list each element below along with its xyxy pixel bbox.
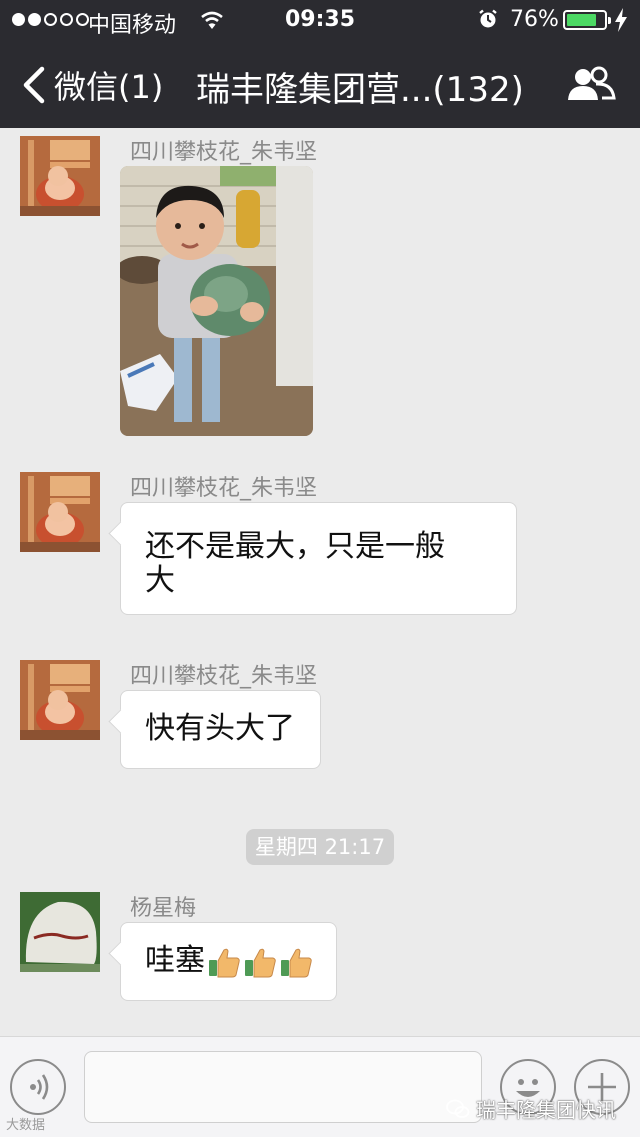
message-text: 哇塞 [145, 943, 205, 978]
sender-name: 四川攀枝花_朱韦坚 [130, 664, 318, 689]
voice-button[interactable] [10, 1059, 66, 1115]
top-bar: 中国移动 09:35 76% 微信(1) 瑞丰隆集团营...(132) [0, 0, 640, 128]
charging-bolt-icon [615, 8, 627, 32]
thumbs-up-icon [245, 948, 276, 978]
stone-avatar-image [20, 892, 100, 972]
wechat-logo-icon [446, 1099, 470, 1118]
thumbs-up-icon [281, 948, 312, 978]
baby-avatar-image [20, 660, 100, 740]
message-text: 快有头大了 [145, 711, 295, 746]
thumbs-up-icon [209, 948, 240, 978]
status-bar: 中国移动 09:35 76% [0, 0, 640, 40]
timestamp-divider: 星期四 21:17 [246, 829, 394, 865]
watermark-right: 瑞丰隆集团快讯 [446, 1094, 616, 1123]
back-label: 微信(1) [54, 68, 164, 106]
message-bubble[interactable]: 快有头大了 [120, 690, 321, 769]
battery-level-fill [567, 14, 596, 26]
message-bubble[interactable]: 哇塞 [120, 922, 337, 1001]
sender-name: 四川攀枝花_朱韦坚 [130, 476, 318, 501]
message-bubble[interactable]: 还不是最大，只是一般 大 [120, 502, 517, 615]
battery-icon [563, 10, 611, 30]
message-text-line: 还不是最大，只是一般 [145, 529, 445, 564]
group-people-icon[interactable] [566, 66, 616, 102]
chat-navigation-bar: 微信(1) 瑞丰隆集团营...(132) [0, 40, 640, 128]
back-button[interactable]: 微信(1) [18, 62, 163, 108]
chat-title: 瑞丰隆集团营...(132) [196, 70, 524, 110]
emoji-row [207, 946, 313, 978]
sender-name: 杨星梅 [130, 896, 197, 921]
sender-avatar[interactable] [20, 136, 100, 216]
sender-name: 四川攀枝花_朱韦坚 [130, 140, 318, 165]
message-text-line: 大 [145, 563, 175, 598]
baby-avatar-image [20, 472, 100, 552]
battery-percentage: 76% [510, 7, 559, 32]
voice-icon [30, 1074, 49, 1100]
alarm-icon [479, 9, 497, 28]
sender-avatar[interactable] [20, 892, 100, 972]
child-with-melon-photo [120, 166, 313, 436]
watermark-text: 瑞丰隆集团快讯 [476, 1098, 616, 1122]
message-photo[interactable] [120, 166, 313, 436]
sender-avatar[interactable] [20, 660, 100, 740]
message-text-input[interactable] [84, 1051, 482, 1123]
baby-avatar-image [20, 136, 100, 216]
back-chevron-icon [23, 66, 45, 104]
sender-avatar[interactable] [20, 472, 100, 552]
watermark-left: 大数据 [6, 1118, 46, 1133]
